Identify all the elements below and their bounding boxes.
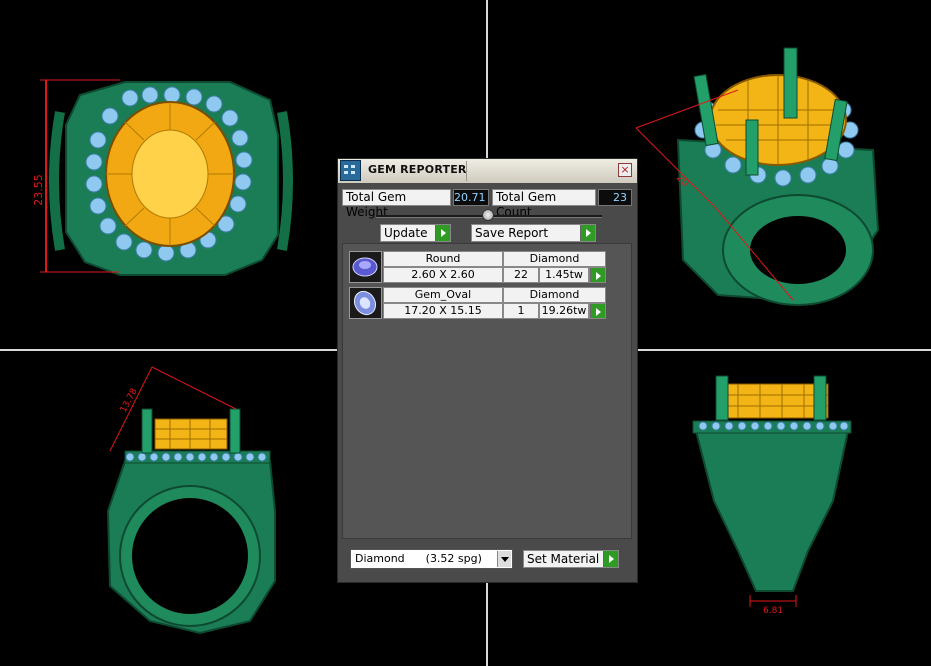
update-go-icon (435, 225, 450, 241)
gem-row-2-shape: Gem_Oval (383, 287, 503, 303)
gem-row-2-count: 1 (503, 303, 539, 319)
set-material-go-icon (603, 551, 618, 567)
dimension-label-shank: 6.81 (763, 606, 783, 616)
dimension-label-side: 13.78 (119, 387, 140, 415)
gem-list: Round Diamond 2.60 X 2.60 22 1.45tw Gem_… (342, 243, 632, 539)
set-material-button[interactable]: Set Material (523, 550, 619, 568)
gem-reporter-icon (340, 160, 361, 181)
close-button[interactable]: × (618, 163, 632, 177)
divider-slider-knob[interactable] (482, 209, 494, 221)
gem-row-2-size: 17.20 X 15.15 (383, 303, 503, 319)
gem-row-2-select-button[interactable] (589, 303, 606, 319)
gem-reporter-panel: GEM REPORTER × Total Gem Weight 20.71 To… (337, 158, 638, 583)
update-button-label: Update (384, 226, 428, 240)
material-select-value: Diamond (3.52 spg) (355, 552, 482, 565)
total-gem-weight-value: 20.71 (453, 189, 489, 206)
gem-row-1-go-icon (590, 268, 605, 282)
gem-row-2-weight: 19.26tw (539, 303, 589, 319)
set-material-button-label: Set Material (527, 552, 600, 566)
total-gem-count-label: Total Gem Count (492, 189, 596, 219)
gem-row-2-material: Diamond (503, 287, 606, 303)
total-gem-count-value: 23 (598, 189, 632, 206)
round-gem-thumbnail (349, 251, 382, 283)
gem-row-1-weight: 1.45tw (539, 267, 589, 283)
gem-row-1-count: 22 (503, 267, 539, 283)
gem-row-1-size: 2.60 X 2.60 (383, 267, 503, 283)
save-report-go-icon (580, 225, 595, 241)
titlebar-separator (466, 161, 467, 181)
gem-row-1-material: Diamond (503, 251, 606, 267)
chevron-down-icon[interactable] (497, 551, 511, 567)
update-button[interactable]: Update (380, 224, 451, 242)
save-report-button-label: Save Report (475, 226, 549, 240)
gem-row-2-go-icon (590, 304, 605, 318)
gem-row-1-shape: Round (383, 251, 503, 267)
panel-titlebar[interactable]: GEM REPORTER × (338, 159, 637, 183)
material-select[interactable]: Diamond (3.52 spg) (350, 549, 513, 569)
oval-gem-thumbnail (349, 287, 382, 319)
dimension-label-height: 23.55 (32, 174, 45, 206)
panel-title: GEM REPORTER (368, 163, 467, 176)
gem-row-1-select-button[interactable] (589, 267, 606, 283)
save-report-button[interactable]: Save Report (471, 224, 596, 242)
total-gem-weight-label: Total Gem Weight (342, 189, 451, 219)
